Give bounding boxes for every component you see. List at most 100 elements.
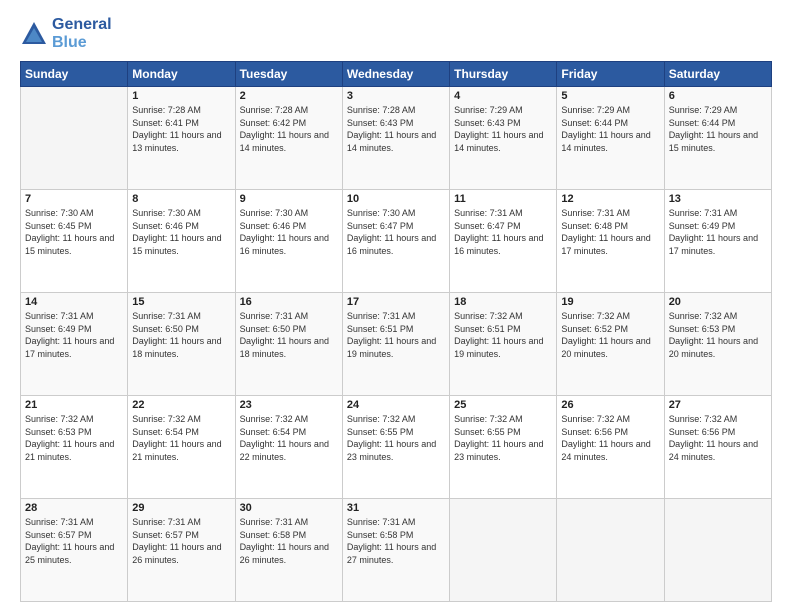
day-info: Sunrise: 7:32 AMSunset: 6:51 PMDaylight:… — [454, 310, 552, 360]
day-info: Sunrise: 7:31 AMSunset: 6:49 PMDaylight:… — [25, 310, 123, 360]
logo-text: General Blue — [52, 16, 112, 51]
calendar-week: 21Sunrise: 7:32 AMSunset: 6:53 PMDayligh… — [21, 396, 772, 499]
day-number: 4 — [454, 90, 552, 102]
day-number: 7 — [25, 193, 123, 205]
calendar-day: 25Sunrise: 7:32 AMSunset: 6:55 PMDayligh… — [450, 396, 557, 499]
day-info: Sunrise: 7:31 AMSunset: 6:48 PMDaylight:… — [561, 207, 659, 257]
header: General Blue — [20, 16, 772, 51]
day-info: Sunrise: 7:31 AMSunset: 6:47 PMDaylight:… — [454, 207, 552, 257]
calendar-day: 22 Sunrise: 7:32 AMSunset: 6:54 PMDayligh… — [128, 396, 235, 499]
day-info: Sunrise: 7:32 AMSunset: 6:55 PMDaylight:… — [347, 413, 445, 463]
day-number: 16 — [240, 296, 338, 308]
calendar-day: 23 Sunrise: 7:32 AMSunset: 6:54 PMDayligh… — [235, 396, 342, 499]
day-number: 26 — [561, 399, 659, 411]
day-info: Sunrise: 7:28 AMSunset: 6:43 PMDaylight:… — [347, 104, 445, 154]
weekday-header: Sunday — [21, 62, 128, 87]
day-number: 29 — [132, 502, 230, 514]
day-info: Sunrise: 7:31 AMSunset: 6:50 PMDaylight:… — [240, 310, 338, 360]
calendar-day: 16 Sunrise: 7:31 AMSunset: 6:50 PMDayligh… — [235, 293, 342, 396]
day-info: Sunrise: 7:32 AMSunset: 6:54 PMDaylight:… — [132, 413, 230, 463]
calendar-day: 18 Sunrise: 7:32 AMSunset: 6:51 PMDayligh… — [450, 293, 557, 396]
calendar-day: 28 Sunrise: 7:31 AMSunset: 6:57 PMDayligh… — [21, 499, 128, 602]
calendar-day: 20 Sunrise: 7:32 AMSunset: 6:53 PMDayligh… — [664, 293, 771, 396]
calendar-day: 15Sunrise: 7:31 AMSunset: 6:50 PMDayligh… — [128, 293, 235, 396]
calendar-day: 12 Sunrise: 7:31 AMSunset: 6:48 PMDayligh… — [557, 190, 664, 293]
day-number: 9 — [240, 193, 338, 205]
day-number: 12 — [561, 193, 659, 205]
day-info: Sunrise: 7:32 AMSunset: 6:56 PMDaylight:… — [561, 413, 659, 463]
day-number: 27 — [669, 399, 767, 411]
calendar-day: 3Sunrise: 7:28 AMSunset: 6:43 PMDaylight… — [342, 87, 449, 190]
day-info: Sunrise: 7:29 AMSunset: 6:43 PMDaylight:… — [454, 104, 552, 154]
calendar-day: 17Sunrise: 7:31 AMSunset: 6:51 PMDayligh… — [342, 293, 449, 396]
calendar-day: 2 Sunrise: 7:28 AMSunset: 6:42 PMDaylight… — [235, 87, 342, 190]
calendar-table: SundayMondayTuesdayWednesdayThursdayFrid… — [20, 61, 772, 602]
day-number: 23 — [240, 399, 338, 411]
day-number: 2 — [240, 90, 338, 102]
weekday-header: Saturday — [664, 62, 771, 87]
calendar-day — [664, 499, 771, 602]
day-number: 22 — [132, 399, 230, 411]
calendar-day: 24Sunrise: 7:32 AMSunset: 6:55 PMDayligh… — [342, 396, 449, 499]
logo: General Blue — [20, 16, 112, 51]
day-info: Sunrise: 7:32 AMSunset: 6:52 PMDaylight:… — [561, 310, 659, 360]
calendar-day: 1Sunrise: 7:28 AMSunset: 6:41 PMDaylight… — [128, 87, 235, 190]
day-info: Sunrise: 7:31 AMSunset: 6:57 PMDaylight:… — [25, 516, 123, 566]
day-number: 1 — [132, 90, 230, 102]
day-info: Sunrise: 7:32 AMSunset: 6:53 PMDaylight:… — [669, 310, 767, 360]
day-number: 13 — [669, 193, 767, 205]
day-info: Sunrise: 7:31 AMSunset: 6:49 PMDaylight:… — [669, 207, 767, 257]
calendar-day: 31 Sunrise: 7:31 AMSunset: 6:58 PMDayligh… — [342, 499, 449, 602]
day-number: 15 — [132, 296, 230, 308]
calendar-day: 5Sunrise: 7:29 AMSunset: 6:44 PMDaylight… — [557, 87, 664, 190]
calendar-day: 14 Sunrise: 7:31 AMSunset: 6:49 PMDayligh… — [21, 293, 128, 396]
day-number: 14 — [25, 296, 123, 308]
calendar-day: 11 Sunrise: 7:31 AMSunset: 6:47 PMDayligh… — [450, 190, 557, 293]
weekday-row: SundayMondayTuesdayWednesdayThursdayFrid… — [21, 62, 772, 87]
day-number: 18 — [454, 296, 552, 308]
day-number: 31 — [347, 502, 445, 514]
calendar-day: 26 Sunrise: 7:32 AMSunset: 6:56 PMDayligh… — [557, 396, 664, 499]
calendar-day: 19Sunrise: 7:32 AMSunset: 6:52 PMDayligh… — [557, 293, 664, 396]
calendar-body: 1Sunrise: 7:28 AMSunset: 6:41 PMDaylight… — [21, 87, 772, 602]
calendar-day: 7 Sunrise: 7:30 AMSunset: 6:45 PMDaylight… — [21, 190, 128, 293]
day-info: Sunrise: 7:28 AMSunset: 6:42 PMDaylight:… — [240, 104, 338, 154]
day-info: Sunrise: 7:30 AMSunset: 6:47 PMDaylight:… — [347, 207, 445, 257]
calendar-day: 13 Sunrise: 7:31 AMSunset: 6:49 PMDayligh… — [664, 190, 771, 293]
day-number: 5 — [561, 90, 659, 102]
day-number: 11 — [454, 193, 552, 205]
day-info: Sunrise: 7:30 AMSunset: 6:46 PMDaylight:… — [132, 207, 230, 257]
calendar-day: 9Sunrise: 7:30 AMSunset: 6:46 PMDaylight… — [235, 190, 342, 293]
logo-icon — [20, 20, 48, 48]
day-number: 10 — [347, 193, 445, 205]
calendar-week: 28 Sunrise: 7:31 AMSunset: 6:57 PMDayligh… — [21, 499, 772, 602]
weekday-header: Friday — [557, 62, 664, 87]
calendar-day: 6 Sunrise: 7:29 AMSunset: 6:44 PMDaylight… — [664, 87, 771, 190]
calendar-day: 4 Sunrise: 7:29 AMSunset: 6:43 PMDaylight… — [450, 87, 557, 190]
day-info: Sunrise: 7:32 AMSunset: 6:56 PMDaylight:… — [669, 413, 767, 463]
day-number: 17 — [347, 296, 445, 308]
page: General Blue SundayMondayTuesdayWednesda… — [0, 0, 792, 612]
day-info: Sunrise: 7:31 AMSunset: 6:58 PMDaylight:… — [347, 516, 445, 566]
calendar-day: 8 Sunrise: 7:30 AMSunset: 6:46 PMDaylight… — [128, 190, 235, 293]
calendar-day: 29 Sunrise: 7:31 AMSunset: 6:57 PMDayligh… — [128, 499, 235, 602]
weekday-header: Monday — [128, 62, 235, 87]
day-info: Sunrise: 7:30 AMSunset: 6:45 PMDaylight:… — [25, 207, 123, 257]
day-number: 30 — [240, 502, 338, 514]
day-info: Sunrise: 7:29 AMSunset: 6:44 PMDaylight:… — [669, 104, 767, 154]
day-number: 28 — [25, 502, 123, 514]
calendar-week: 14 Sunrise: 7:31 AMSunset: 6:49 PMDayligh… — [21, 293, 772, 396]
day-number: 6 — [669, 90, 767, 102]
calendar-day: 10 Sunrise: 7:30 AMSunset: 6:47 PMDayligh… — [342, 190, 449, 293]
day-number: 20 — [669, 296, 767, 308]
calendar-day — [557, 499, 664, 602]
calendar-day: 30Sunrise: 7:31 AMSunset: 6:58 PMDayligh… — [235, 499, 342, 602]
calendar-week: 1Sunrise: 7:28 AMSunset: 6:41 PMDaylight… — [21, 87, 772, 190]
weekday-header: Wednesday — [342, 62, 449, 87]
calendar-week: 7 Sunrise: 7:30 AMSunset: 6:45 PMDaylight… — [21, 190, 772, 293]
weekday-header: Thursday — [450, 62, 557, 87]
day-info: Sunrise: 7:32 AMSunset: 6:54 PMDaylight:… — [240, 413, 338, 463]
day-info: Sunrise: 7:31 AMSunset: 6:57 PMDaylight:… — [132, 516, 230, 566]
day-number: 8 — [132, 193, 230, 205]
calendar-day — [450, 499, 557, 602]
